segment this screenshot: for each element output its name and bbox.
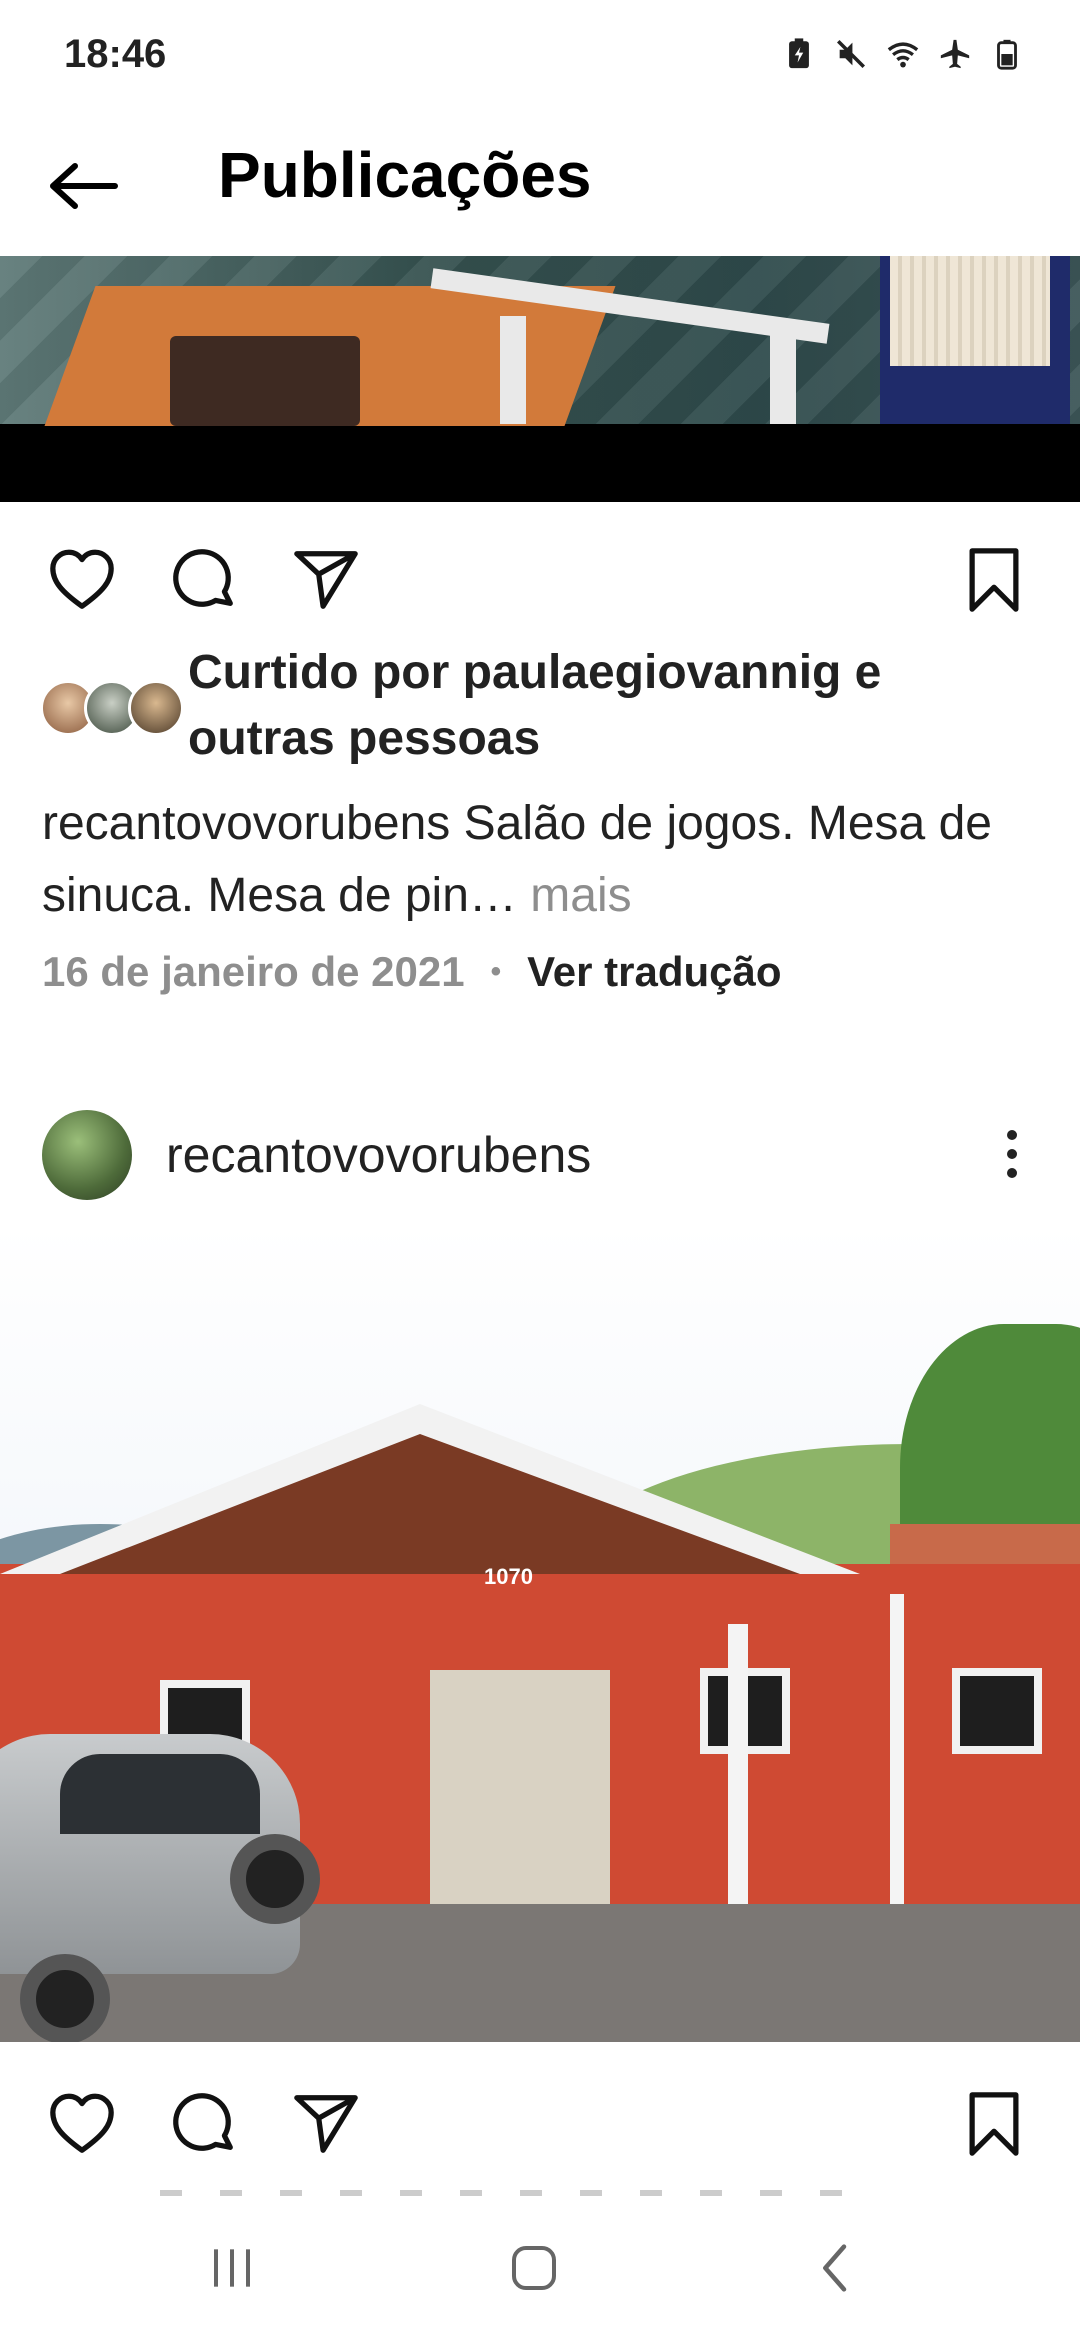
liked-by-text[interactable]: Curtido por paulaegiovannig e outras pes… <box>188 640 1028 772</box>
status-time: 18:46 <box>64 32 167 76</box>
avatar <box>128 680 184 736</box>
post-actions <box>0 2066 1080 2166</box>
post-meta: 16 de janeiro de 2021 • Ver tradução <box>42 948 782 996</box>
back-button[interactable] <box>44 146 124 226</box>
house-number: 1070 <box>484 1564 533 1589</box>
comment-button[interactable] <box>164 540 244 620</box>
share-icon <box>294 551 358 609</box>
system-back-button[interactable] <box>776 2228 896 2308</box>
post-header: recantovovorubens <box>0 1108 1080 1208</box>
header: Publicações <box>0 120 1080 250</box>
comment-button[interactable] <box>164 2084 244 2164</box>
image-car-window <box>60 1754 260 1834</box>
recents-icon <box>214 2249 250 2287</box>
battery-saver-icon <box>789 38 809 69</box>
back-arrow-icon <box>50 163 118 209</box>
post-image[interactable] <box>0 256 1080 502</box>
caption-more-link[interactable]: mais <box>530 869 631 922</box>
home-button[interactable] <box>474 2228 594 2308</box>
recents-button[interactable] <box>172 2228 292 2308</box>
liker-avatars <box>40 680 184 740</box>
image-window <box>952 1668 1042 1754</box>
share-button[interactable] <box>286 2084 366 2164</box>
home-icon <box>512 2246 556 2290</box>
image-roof-inner <box>60 1434 800 1574</box>
image-rail-post <box>770 326 796 424</box>
like-button[interactable] <box>42 540 122 620</box>
status-bar: 18:46 <box>0 0 1080 110</box>
save-icon <box>969 548 1019 612</box>
more-vertical-icon <box>1007 1130 1017 1140</box>
post-caption[interactable]: recantovovorubens Salão de jogos. Mesa d… <box>42 788 1042 932</box>
comment-icon <box>173 2093 233 2151</box>
image-cloth <box>890 256 1050 366</box>
airplane-icon <box>940 39 970 69</box>
battery-icon <box>997 39 1017 70</box>
separator-dot: • <box>490 955 502 988</box>
save-icon <box>969 2092 1019 2156</box>
see-translation-link[interactable]: Ver tradução <box>527 948 781 996</box>
system-nav-bar <box>0 2200 1080 2340</box>
post-actions <box>0 522 1080 622</box>
image-box <box>170 336 360 426</box>
more-vertical-icon-dot <box>1007 1149 1017 1159</box>
avatar[interactable] <box>42 1110 132 1200</box>
post-date: 16 de janeiro de 2021 <box>42 948 465 995</box>
comment-icon <box>173 549 233 607</box>
save-button[interactable] <box>954 540 1034 620</box>
save-button[interactable] <box>954 2084 1034 2164</box>
caption-username[interactable]: recantovovorubens <box>42 797 450 850</box>
share-icon <box>294 2095 358 2153</box>
like-icon <box>50 549 114 609</box>
image-wheel <box>230 1834 320 1924</box>
share-button[interactable] <box>286 540 366 620</box>
more-options-button[interactable] <box>980 1118 1044 1190</box>
like-button[interactable] <box>42 2084 122 2164</box>
wifi-icon <box>887 42 919 68</box>
cut-off-text <box>160 2190 860 2196</box>
page-title: Publicações <box>218 139 592 211</box>
mute-icon <box>836 39 866 69</box>
image-roof-right <box>890 1524 1080 1564</box>
image-wheel <box>20 1954 110 2042</box>
like-icon <box>50 2093 114 2153</box>
image-rail-post <box>500 316 526 424</box>
status-icons <box>782 36 1024 72</box>
post-username[interactable]: recantovovorubens <box>166 1126 591 1184</box>
post-image[interactable]: 1070 <box>0 1224 1080 2042</box>
more-vertical-icon-dot <box>1007 1168 1017 1178</box>
back-icon <box>823 2244 847 2292</box>
